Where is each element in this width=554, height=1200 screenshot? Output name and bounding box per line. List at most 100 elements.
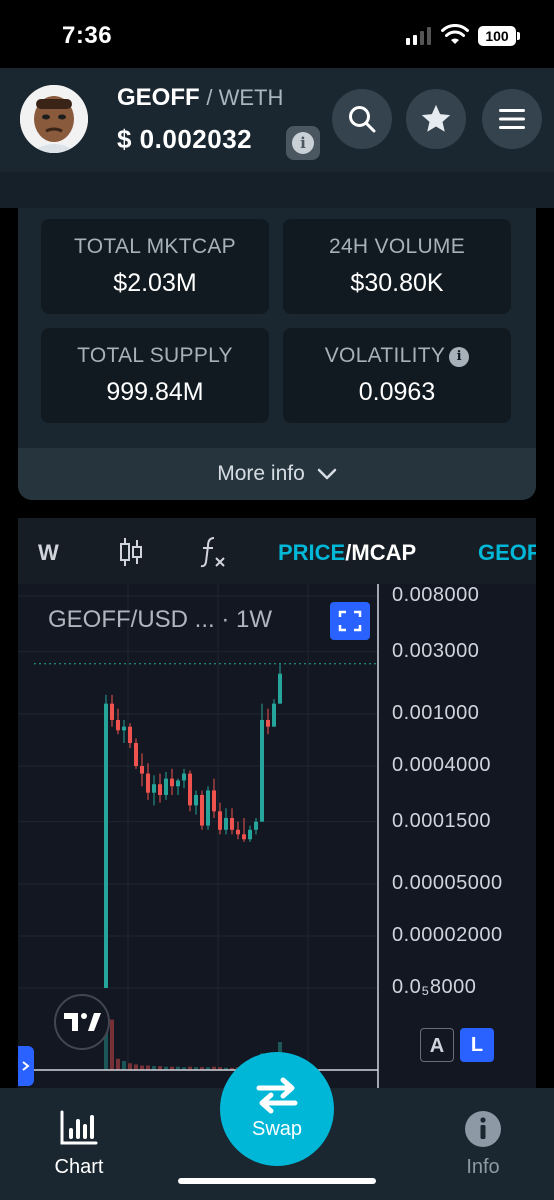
header-subbar	[0, 172, 554, 208]
candle-body	[128, 726, 132, 743]
price-tick-label: 0.0001500	[392, 809, 492, 832]
status-bar: 7:36 100	[0, 0, 554, 68]
quote-symbol: / WETH	[206, 85, 284, 110]
candle-body	[188, 773, 192, 806]
info-icon	[465, 1111, 501, 1147]
candle-body	[182, 773, 186, 781]
candle-body	[194, 794, 198, 806]
candles	[104, 664, 282, 988]
fullscreen-button[interactable]	[330, 602, 370, 640]
stat-value: 0.0963	[358, 378, 436, 406]
candle-body	[200, 794, 204, 826]
candle-body	[260, 719, 264, 822]
stat-24h-volume: 24H VOLUME $30.80K	[283, 219, 511, 314]
info-icon: i	[292, 132, 314, 154]
mcap-label: MCAP	[351, 540, 417, 565]
price-info-button[interactable]: i	[286, 126, 320, 160]
price-tick-label: 0.00002000	[392, 924, 503, 946]
interval-button[interactable]: W	[38, 540, 59, 566]
stat-value: 999.84M	[106, 378, 204, 406]
stat-label: TOTAL SUPPLY	[77, 344, 233, 367]
chart-bars-icon	[60, 1110, 98, 1145]
chart-interval: · 1W	[221, 606, 273, 633]
search-button[interactable]	[332, 89, 392, 149]
price-tick-label: 0.00005000	[392, 872, 503, 894]
favorite-button[interactable]	[406, 89, 466, 149]
star-icon	[421, 104, 451, 132]
stat-label: VOLATILITY i	[283, 344, 511, 368]
candle-body	[242, 834, 246, 840]
volume-bar	[128, 1063, 132, 1070]
info-icon[interactable]: i	[449, 347, 470, 367]
more-info-label: More info	[217, 462, 305, 485]
search-icon	[349, 106, 376, 133]
battery-icon: 100	[478, 26, 520, 46]
home-indicator	[178, 1178, 376, 1184]
nav-info-label: Info	[466, 1156, 500, 1178]
stat-value: $2.03M	[113, 269, 197, 297]
token-header: GEOFF / WETH $ 0.002032 i	[0, 68, 554, 172]
chevron-down-icon	[317, 468, 337, 480]
nav-info[interactable]: Info	[438, 1110, 528, 1179]
token-price: $ 0.002032	[117, 124, 253, 154]
token-tab[interactable]: GEOF	[478, 540, 536, 566]
candle-body	[116, 719, 120, 731]
fullscreen-icon	[338, 610, 362, 632]
token-pair: GEOFF / WETH	[117, 84, 283, 112]
auto-scale-button[interactable]: A	[420, 1028, 454, 1062]
swap-button[interactable]: Swap	[220, 1052, 334, 1166]
candle-body	[158, 784, 162, 795]
volume-bar	[116, 1058, 120, 1070]
indicators-icon[interactable]	[198, 534, 228, 570]
token-avatar	[20, 85, 88, 153]
candle-body	[236, 829, 240, 835]
nav-chart[interactable]: Chart	[34, 1110, 124, 1179]
menu-button[interactable]	[482, 89, 542, 149]
stat-volatility: VOLATILITY i 0.0963	[283, 328, 511, 423]
volume-bar	[122, 1061, 126, 1070]
candle-body	[206, 790, 210, 826]
more-info-button[interactable]: More info	[18, 448, 536, 500]
price-mcap-toggle[interactable]: PRICE/MCAP	[278, 540, 416, 566]
candle-body	[272, 703, 276, 727]
candlestick-type-icon[interactable]	[118, 536, 144, 568]
candle-body	[224, 817, 228, 830]
price-chart[interactable]: GEOFF/USD ... · 1W 0.008000 0.003000 0.001…	[18, 584, 536, 1088]
drawing-toolbar-toggle[interactable]	[18, 1046, 34, 1086]
tradingview-logo[interactable]	[54, 994, 110, 1050]
token-stats-card: TOTAL MKTCAP $2.03M 24H VOLUME $30.80K T…	[18, 208, 536, 500]
stat-label-text: VOLATILITY	[324, 344, 446, 367]
candle-body	[248, 829, 252, 840]
chart-toolbar: W PRICE/MCAP GEOF	[18, 518, 536, 584]
volume-bar	[134, 1064, 138, 1070]
token-symbol: GEOFF	[117, 84, 200, 111]
candle-body	[164, 778, 168, 795]
stat-label: TOTAL MKTCAP	[74, 235, 236, 258]
candle-body	[146, 773, 150, 793]
stat-total-mktcap: TOTAL MKTCAP $2.03M	[41, 219, 269, 314]
swap-label: Swap	[251, 1118, 303, 1140]
chart-panel: W PRICE/MCAP GEOF GEOFF/USD ... · 1W 0.0…	[18, 518, 536, 1088]
nav-chart-label: Chart	[54, 1156, 104, 1178]
stat-total-supply: TOTAL SUPPLY 999.84M	[41, 328, 269, 423]
price-label: PRICE	[278, 540, 346, 565]
chevron-right-icon	[22, 1061, 30, 1071]
candle-body	[152, 784, 156, 793]
candle-body	[278, 673, 282, 704]
wifi-icon	[441, 24, 469, 44]
price-tick-label: 0.0₅8000	[392, 976, 477, 998]
status-time: 7:36	[62, 22, 113, 49]
log-scale-button[interactable]: L	[460, 1028, 494, 1062]
candle-body	[254, 821, 258, 830]
stat-value: $30.80K	[350, 269, 444, 297]
candle-body	[122, 726, 126, 731]
candle-body	[170, 778, 174, 787]
candle-body	[230, 817, 234, 830]
tradingview-icon	[64, 1013, 101, 1031]
swap-arrows-icon	[256, 1077, 298, 1114]
price-tick-label: 0.003000	[392, 639, 480, 662]
candle-body	[104, 703, 108, 988]
candle-body	[212, 790, 216, 812]
price-tick-label: 0.0004000	[392, 754, 492, 776]
stat-label: 24H VOLUME	[328, 235, 466, 258]
